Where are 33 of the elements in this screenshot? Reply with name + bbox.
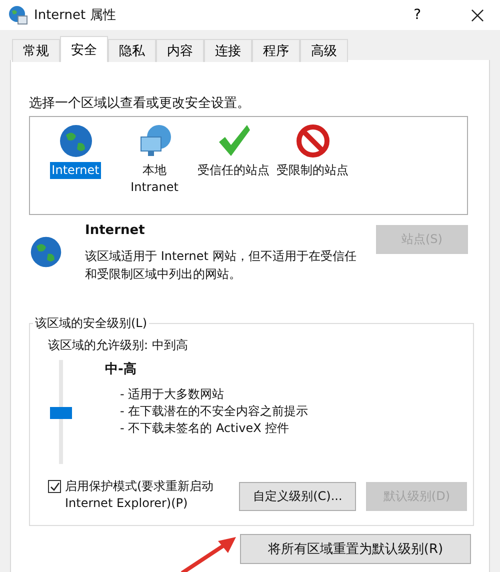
group-title: 该区域的安全级别(L)	[33, 315, 150, 332]
zone-title: Internet	[85, 223, 146, 238]
globe-icon	[8, 5, 28, 25]
tab[interactable]: 连接	[204, 39, 252, 62]
help-button[interactable]: ?	[410, 7, 425, 23]
reset-button[interactable]: 将所有区域重置为默认级别(R)	[240, 534, 471, 564]
level-button[interactable]: 自定义级别(C)...	[239, 482, 356, 511]
level-name: 中-高	[105, 360, 138, 378]
zone-label[interactable]: Internet	[50, 162, 102, 179]
tab[interactable]: 高级	[300, 39, 348, 62]
tab[interactable]: 内容	[156, 39, 204, 62]
tab[interactable]: 隐私	[108, 39, 156, 62]
level-description: - 在下载潜在的不安全内容之前提示	[120, 403, 308, 420]
zone-label[interactable]: 受信任的站点	[196, 162, 272, 179]
globe-icon[interactable]	[58, 123, 94, 159]
zone-description: 该区域适用于 Internet 网站，但不适用于在受信任和受限制区域中列出的网站。	[85, 248, 358, 283]
globe-icon	[29, 235, 63, 269]
tab[interactable]: 安全	[60, 36, 108, 62]
level-description: - 不下载未签名的 ActiveX 控件	[120, 420, 290, 437]
zone-label[interactable]: 本地 Intranet	[116, 162, 192, 196]
tab[interactable]: 程序	[252, 39, 300, 62]
allowed-level-text: 该区域的允许级别: 中到高	[48, 337, 189, 354]
prohibited-icon[interactable]	[294, 123, 330, 159]
instruction-text: 选择一个区域以查看或更改安全设置。	[29, 95, 251, 113]
window-title: Internet 属性	[34, 7, 116, 24]
security-slider[interactable]	[48, 360, 74, 464]
close-icon[interactable]	[471, 8, 484, 22]
tab[interactable]: 常规	[12, 39, 60, 62]
checkbox-label[interactable]: 启用保护模式(要求重新启动 Internet Explorer)(P)	[65, 478, 237, 512]
zone-label[interactable]: 受限制的站点	[274, 162, 350, 179]
level-description: - 适用于大多数网站	[120, 386, 226, 403]
slider-thumb[interactable]	[50, 407, 72, 419]
checkbox[interactable]	[48, 480, 61, 493]
